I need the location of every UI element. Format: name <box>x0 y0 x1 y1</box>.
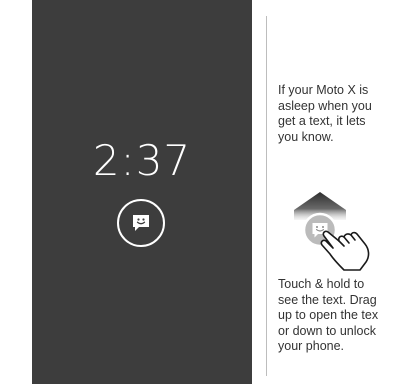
divider-line <box>266 16 267 376</box>
phone-lock-screen: 2:37 <box>32 0 252 384</box>
clock-time: 2:37 <box>92 136 192 185</box>
notification-button[interactable] <box>117 199 165 247</box>
smiley-message-icon <box>133 215 149 231</box>
gesture-illustration <box>294 192 370 271</box>
caption-touch-hold: Touch & hold to see the text. Drag up to… <box>278 277 379 353</box>
hand-pointer-icon <box>320 230 370 271</box>
caption-asleep-notification: If your Moto X is asleep when you get a … <box>278 83 372 144</box>
